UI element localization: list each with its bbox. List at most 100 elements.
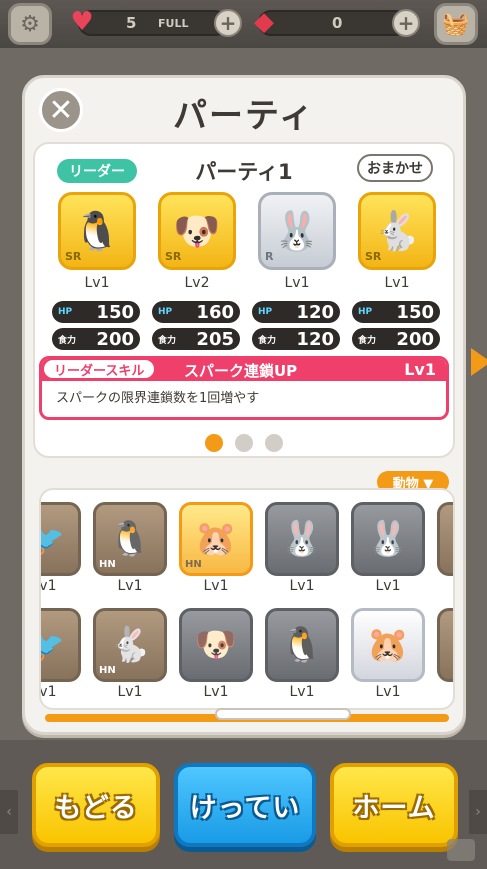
home-button[interactable]: ホーム bbox=[330, 763, 458, 847]
shop-basket-icon: 🧺 bbox=[442, 11, 470, 37]
leader-skill-level: Lv1 bbox=[404, 360, 436, 379]
member-level: Lv1 bbox=[384, 275, 410, 291]
watermark-logo bbox=[447, 839, 475, 861]
roster-level: Lv1 bbox=[203, 684, 229, 700]
page-indicator bbox=[35, 434, 453, 452]
roster-item[interactable]: 🐰 Lv1 bbox=[345, 502, 431, 608]
food-value: 120 bbox=[296, 328, 334, 350]
hp-value: 120 bbox=[296, 301, 334, 323]
hp-label: HP bbox=[58, 307, 73, 317]
roster-item[interactable]: 🐇 HN Lv1 bbox=[87, 608, 173, 708]
hearts-pill: 5 FULL bbox=[78, 10, 228, 36]
food-value: 200 bbox=[396, 328, 434, 350]
gem-icon: ◆ bbox=[254, 7, 274, 37]
roster-item[interactable]: 🐦 Lv1 bbox=[39, 502, 87, 608]
roster-portrait: 🐹 bbox=[351, 608, 425, 682]
party-member-1[interactable]: 🐧 SR Lv1 HP 150 食力 200 bbox=[52, 192, 140, 350]
roster-item-partial[interactable] bbox=[431, 502, 453, 608]
hn-tag: HN bbox=[185, 559, 202, 570]
party-member-2[interactable]: 🐶 SR Lv2 HP 160 食力 205 bbox=[152, 192, 240, 350]
leader-skill-tag: リーダースキル bbox=[44, 360, 155, 379]
roster-portrait: 🐧 bbox=[265, 608, 339, 682]
roster-item[interactable]: 🐧 HN Lv1 bbox=[87, 502, 173, 608]
page-dot-1[interactable] bbox=[205, 434, 223, 452]
hp-stat: HP 150 bbox=[352, 301, 440, 323]
hp-label: HP bbox=[258, 307, 273, 317]
left-side-tab[interactable]: ‹ bbox=[0, 790, 18, 834]
leader-skill-header: リーダースキル スパーク連鎖UP Lv1 bbox=[42, 359, 446, 381]
tophat-bird-icon: 🐦 bbox=[41, 519, 65, 559]
shop-button[interactable]: 🧺 bbox=[434, 3, 478, 45]
next-party-arrow-icon[interactable] bbox=[471, 348, 487, 376]
hp-value: 150 bbox=[396, 301, 434, 323]
roster-item[interactable]: 🐹 HN Lv1 bbox=[173, 502, 259, 608]
gear-icon: ⚙ bbox=[20, 11, 40, 37]
rarity-label: R bbox=[265, 250, 274, 263]
roster-level: Lv1 bbox=[289, 578, 315, 594]
roster-portrait: 🐦 bbox=[41, 608, 81, 682]
roster-item[interactable]: 🐧 Lv1 bbox=[259, 608, 345, 708]
food-value: 205 bbox=[196, 328, 234, 350]
roster-level: Lv1 bbox=[117, 578, 143, 594]
roster-level: Lv1 bbox=[375, 578, 401, 594]
roster-level: Lv1 bbox=[117, 684, 143, 700]
hp-stat: HP 120 bbox=[252, 301, 340, 323]
close-button[interactable]: ✕ bbox=[39, 88, 83, 132]
pirate-rabbit-icon: 🐰 bbox=[280, 519, 324, 559]
pirate-rabbit-icon: 🐰 bbox=[366, 519, 410, 559]
page-dot-2[interactable] bbox=[235, 434, 253, 452]
roster-item-partial[interactable] bbox=[431, 608, 453, 708]
back-button[interactable]: もどる bbox=[32, 763, 160, 847]
pirate-dog-icon: 🐶 bbox=[194, 625, 238, 665]
hearts-status: FULL bbox=[158, 16, 189, 30]
roster-item[interactable]: 🐶 Lv1 bbox=[173, 608, 259, 708]
rabbit-icon: 🐇 bbox=[108, 625, 152, 665]
character-roster: 🐦 Lv1 🐧 HN Lv1 🐹 HN Lv1 🐰 Lv1 bbox=[39, 488, 455, 710]
party-member-4[interactable]: 🐇 SR Lv1 HP 150 食力 200 bbox=[352, 192, 440, 350]
roster-item[interactable]: 🐹 Lv1 bbox=[345, 608, 431, 708]
rarity-label: SR bbox=[65, 250, 82, 263]
roster-portrait: 🐇 HN bbox=[93, 608, 167, 682]
leader-skill-name: スパーク連鎖UP bbox=[184, 362, 298, 380]
roster-level: Lv1 bbox=[39, 578, 57, 594]
leader-skill-description: スパークの限界連鎖数を1回増やす bbox=[56, 391, 260, 406]
pirate-penguin-icon: 🐧 bbox=[280, 625, 324, 665]
food-stat: 食力 120 bbox=[252, 328, 340, 350]
confirm-button[interactable]: けってい bbox=[174, 763, 316, 847]
right-side-tab[interactable]: › bbox=[469, 790, 487, 834]
roster-item[interactable]: 🐰 Lv1 bbox=[259, 502, 345, 608]
add-hearts-button[interactable]: + bbox=[214, 9, 242, 37]
tophat-penguin-icon: 🐧 bbox=[108, 519, 152, 559]
rarity-label: SR bbox=[165, 250, 182, 263]
party-members: 🐧 SR Lv1 HP 150 食力 200 🐶 SR Lv2 HP 160 食… bbox=[52, 192, 445, 362]
roster-scrollbar-thumb[interactable] bbox=[215, 708, 351, 720]
roster-portrait bbox=[437, 502, 453, 576]
pirate-dog-icon: 🐶 bbox=[173, 208, 221, 253]
food-stat: 食力 200 bbox=[52, 328, 140, 350]
food-label: 食力 bbox=[358, 335, 377, 346]
plus-icon: + bbox=[219, 11, 237, 35]
food-stat: 食力 200 bbox=[352, 328, 440, 350]
hn-tag: HN bbox=[99, 559, 116, 570]
pirate-hamster-icon: 🐹 bbox=[366, 625, 410, 665]
member-portrait: 🐧 SR bbox=[58, 192, 136, 270]
roster-portrait: 🐦 bbox=[41, 502, 81, 576]
settings-gear-button[interactable]: ⚙ bbox=[8, 3, 52, 45]
penguin-king-icon: 🐧 bbox=[73, 208, 121, 253]
member-level: Lv1 bbox=[284, 275, 310, 291]
party-member-3[interactable]: 🐰 R Lv1 HP 120 食力 120 bbox=[252, 192, 340, 350]
party-card: リーダー パーティ1 おまかせ 🐧 SR Lv1 HP 150 食力 200 🐶… bbox=[33, 142, 487, 458]
auto-assign-button[interactable]: おまかせ bbox=[357, 154, 433, 182]
status-bar: ⚙ 5 FULL ♥ + 0 ◆ + 🧺 bbox=[0, 0, 487, 48]
hp-label: HP bbox=[358, 307, 373, 317]
sleeping-rabbit-icon: 🐇 bbox=[373, 208, 421, 253]
roster-portrait: 🐰 bbox=[265, 502, 339, 576]
member-portrait: 🐶 SR bbox=[158, 192, 236, 270]
member-portrait: 🐇 SR bbox=[358, 192, 436, 270]
roster-level: Lv1 bbox=[39, 684, 57, 700]
page-dot-3[interactable] bbox=[265, 434, 283, 452]
roster-item[interactable]: 🐦 Lv1 bbox=[39, 608, 87, 708]
add-gems-button[interactable]: + bbox=[392, 9, 420, 37]
plus-icon: + bbox=[397, 11, 415, 35]
hp-value: 160 bbox=[196, 301, 234, 323]
